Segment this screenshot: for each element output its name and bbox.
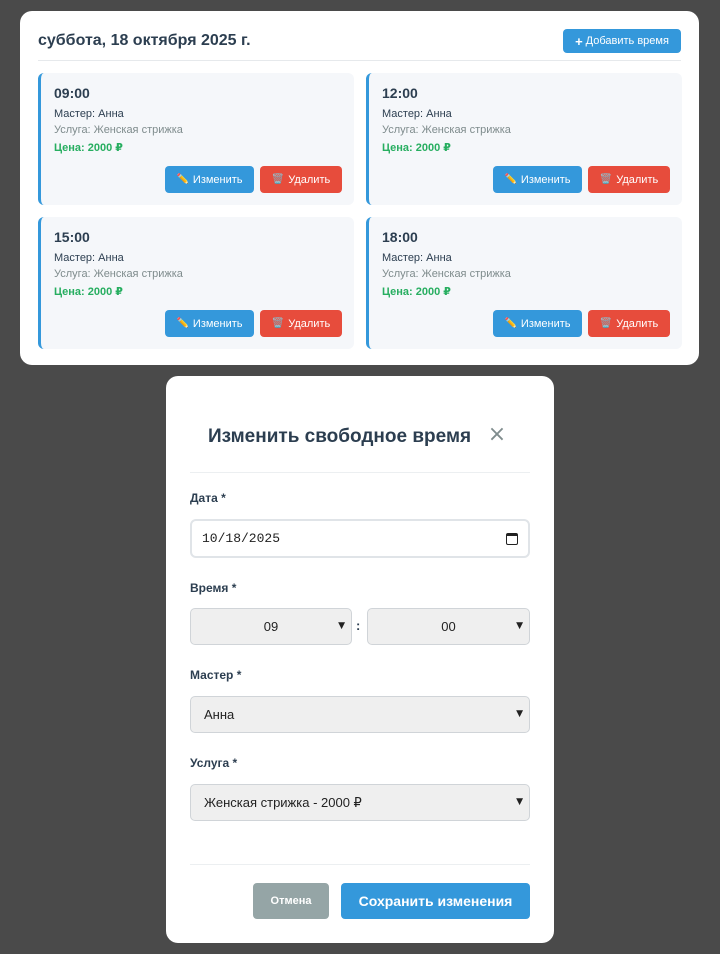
pencil-icon: ✏️ xyxy=(176,317,189,329)
date-field[interactable]: 10/18/2025 xyxy=(190,519,530,558)
chevron-down-icon: ▼ xyxy=(516,621,523,631)
delete-label: Удалить xyxy=(616,173,659,186)
minute-value: 00 xyxy=(441,619,456,634)
time-slot-card: 15:00 Мастер: Анна Услуга: Женская стриж… xyxy=(38,217,354,349)
edit-slot-button[interactable]: ✏️ Изменить xyxy=(165,310,254,337)
master-value: Анна xyxy=(204,707,235,722)
service-label: Услуга * xyxy=(190,756,238,770)
master-select[interactable]: Анна ▼ xyxy=(190,696,530,733)
close-icon[interactable]: × xyxy=(486,424,508,446)
edit-label: Изменить xyxy=(520,317,571,330)
edit-label: Изменить xyxy=(192,173,243,186)
slot-price: Цена: 2000 ₽ xyxy=(54,286,123,298)
edit-slot-button[interactable]: ✏️ Изменить xyxy=(493,166,582,193)
slot-price: Цена: 2000 ₽ xyxy=(382,286,451,298)
slot-time: 09:00 xyxy=(54,85,90,101)
edit-label: Изменить xyxy=(192,317,243,330)
modal-title: Изменить свободное время xyxy=(208,426,472,447)
pencil-icon: ✏️ xyxy=(504,173,517,185)
pencil-icon: ✏️ xyxy=(176,173,189,185)
minute-select[interactable]: 00 ▼ xyxy=(367,608,530,645)
slot-time: 15:00 xyxy=(54,229,90,245)
edit-time-modal: Изменить свободное время × Дата * 10/18/… xyxy=(166,376,554,943)
date-value: 10/18/2025 xyxy=(202,531,281,546)
edit-slot-button[interactable]: ✏️ Изменить xyxy=(493,310,582,337)
edit-slot-button[interactable]: ✏️ Изменить xyxy=(165,166,254,193)
slot-service: Услуга: Женская стрижка xyxy=(382,124,511,136)
schedule-panel: суббота, 18 октября 2025 г. + Добавить в… xyxy=(20,11,699,365)
modal-header-divider xyxy=(190,472,530,473)
service-value: Женская стрижка - 2000 ₽ xyxy=(204,794,362,810)
trash-icon: 🗑️ xyxy=(271,173,285,185)
chevron-down-icon: ▼ xyxy=(516,709,523,719)
pencil-icon: ✏️ xyxy=(504,317,517,329)
edit-label: Изменить xyxy=(520,173,571,186)
slot-time: 18:00 xyxy=(382,229,418,245)
slot-service: Услуга: Женская стрижка xyxy=(54,124,183,136)
slot-master: Мастер: Анна xyxy=(382,252,452,264)
slot-service: Услуга: Женская стрижка xyxy=(382,268,511,280)
chevron-down-icon: ▼ xyxy=(516,797,523,807)
modal-footer-divider xyxy=(190,864,530,865)
schedule-date-heading: суббота, 18 октября 2025 г. xyxy=(38,32,251,49)
delete-label: Удалить xyxy=(616,317,659,330)
delete-slot-button[interactable]: 🗑️ Удалить xyxy=(260,166,342,193)
delete-label: Удалить xyxy=(288,173,331,186)
trash-icon: 🗑️ xyxy=(271,317,285,329)
master-label: Мастер * xyxy=(190,668,242,682)
date-label: Дата * xyxy=(190,491,226,505)
slot-master: Мастер: Анна xyxy=(54,108,124,120)
delete-slot-button[interactable]: 🗑️ Удалить xyxy=(588,166,670,193)
time-slot-card: 18:00 Мастер: Анна Услуга: Женская стриж… xyxy=(366,217,682,349)
slot-time: 12:00 xyxy=(382,85,418,101)
delete-slot-button[interactable]: 🗑️ Удалить xyxy=(260,310,342,337)
slot-price: Цена: 2000 ₽ xyxy=(382,142,451,154)
slot-master: Мастер: Анна xyxy=(54,252,124,264)
trash-icon: 🗑️ xyxy=(599,317,613,329)
cancel-button[interactable]: Отмена xyxy=(253,883,329,919)
delete-label: Удалить xyxy=(288,317,331,330)
service-select[interactable]: Женская стрижка - 2000 ₽ ▼ xyxy=(190,784,530,821)
save-changes-button[interactable]: Сохранить изменения xyxy=(341,883,530,919)
slot-price: Цена: 2000 ₽ xyxy=(54,142,123,154)
add-time-label: Добавить время xyxy=(585,35,669,47)
delete-slot-button[interactable]: 🗑️ Удалить xyxy=(588,310,670,337)
time-separator: : xyxy=(356,618,361,633)
schedule-header: суббота, 18 октября 2025 г. + Добавить в… xyxy=(38,11,681,61)
calendar-icon[interactable] xyxy=(506,532,518,545)
chevron-down-icon: ▼ xyxy=(338,621,345,631)
trash-icon: 🗑️ xyxy=(599,173,613,185)
slot-master: Мастер: Анна xyxy=(382,108,452,120)
slot-service: Услуга: Женская стрижка xyxy=(54,268,183,280)
hour-value: 09 xyxy=(263,619,279,634)
plus-icon: + xyxy=(575,33,583,49)
time-label: Время * xyxy=(190,581,237,595)
time-slot-card: 12:00 Мастер: Анна Услуга: Женская стриж… xyxy=(366,73,682,205)
hour-select[interactable]: 09 ▼ xyxy=(190,608,352,645)
add-time-button[interactable]: + Добавить время xyxy=(563,29,681,53)
time-slot-card: 09:00 Мастер: Анна Услуга: Женская стриж… xyxy=(38,73,354,205)
